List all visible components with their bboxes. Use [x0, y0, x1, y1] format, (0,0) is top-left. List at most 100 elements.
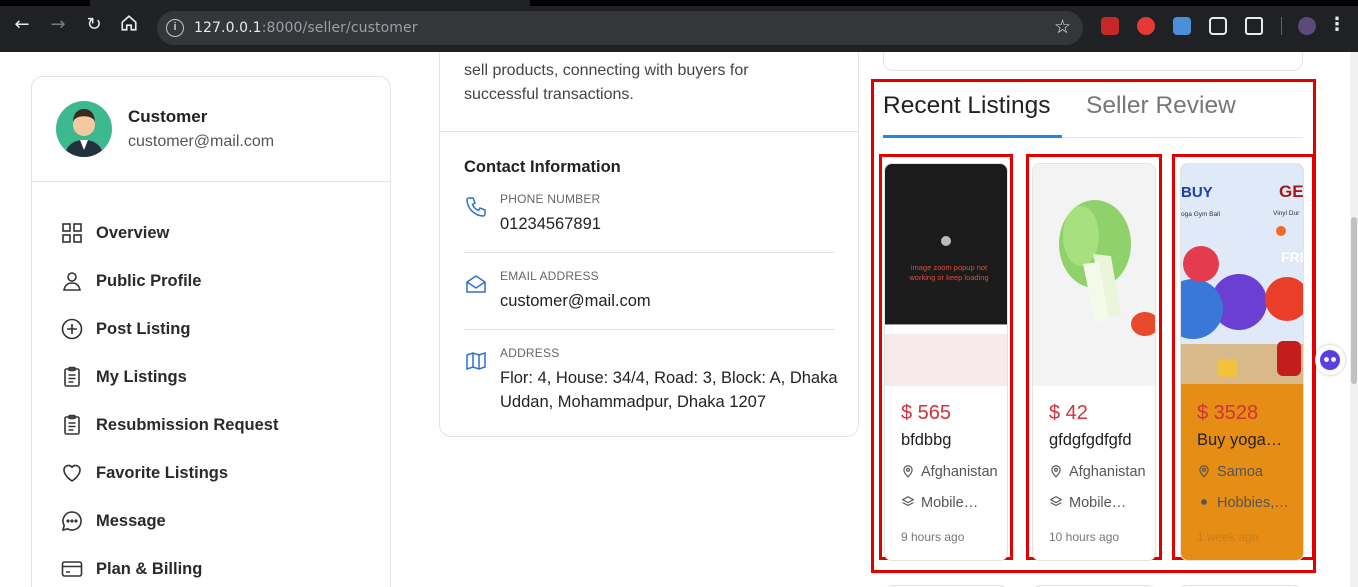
image-caption: Vinyl Dur: [1273, 210, 1300, 217]
tab-strip: [530, 0, 1358, 6]
listing-card[interactable]: image zoom popup not working or keep loa…: [884, 163, 1008, 561]
page-scrollbar[interactable]: [1350, 52, 1358, 587]
extension-window-icon[interactable]: [1209, 17, 1227, 35]
listing-location: Samoa: [1197, 464, 1301, 480]
listing-price: $ 565: [901, 402, 952, 424]
listing-time: 1 week ago: [1197, 530, 1259, 544]
clipboard-icon: [64, 414, 80, 435]
dashboard-sidebar: Customer customer@mail.com Overview Publ…: [31, 76, 391, 587]
scrollbar-thumb[interactable]: [1351, 217, 1357, 384]
listing-image: image zoom popup not working or keep loa…: [885, 164, 1007, 386]
sidebar-item-my-listings[interactable]: My Listings: [60, 353, 278, 401]
image-caption: image zoom popup not working or keep loa…: [909, 263, 989, 282]
active-tab-indicator: [883, 135, 1062, 138]
listing-card[interactable]: BUY GE oga Gym Ball Vinyl Dur FRE $ 3528…: [1180, 163, 1304, 561]
toolbar-divider: [1281, 17, 1282, 35]
card-bottom-edge: [883, 52, 1303, 71]
extension-record-icon[interactable]: [1137, 17, 1155, 35]
chat-widget-icon[interactable]: [1315, 345, 1345, 375]
listing-price: $ 42: [1049, 402, 1088, 424]
about-text: sell products, connecting with buyers fo…: [464, 59, 824, 107]
sidebar-item-label: Post Listing: [96, 319, 191, 338]
grid-icon: [62, 223, 82, 243]
sidebar-item-resubmission-request[interactable]: Resubmission Request: [60, 401, 278, 449]
sidebar-item-label: Favorite Listings: [96, 463, 229, 482]
back-icon[interactable]: ←: [11, 14, 33, 36]
listing-price: $ 3528: [1197, 402, 1259, 424]
profile-email: customer@mail.com: [128, 133, 275, 150]
contact-title: Contact Information: [464, 158, 621, 176]
extension-font-icon[interactable]: [1173, 17, 1191, 35]
listing-category: Mobile…: [901, 495, 1005, 511]
sidebar-item-favorite-listings[interactable]: Favorite Listings: [60, 449, 278, 497]
listing-category: Mobile…: [1049, 495, 1153, 511]
address-bar[interactable]: i 127.0.0.1:8000/seller/customer ☆: [157, 11, 1083, 45]
sidebar-item-label: My Listings: [96, 367, 187, 386]
sidebar-item-label: Message: [96, 511, 166, 530]
extensions-puzzle-icon[interactable]: [1245, 17, 1263, 35]
image-caption: GE: [1279, 182, 1304, 201]
listing-image: BUY GE oga Gym Ball Vinyl Dur FRE: [1181, 164, 1304, 384]
listing-image: [1033, 164, 1155, 386]
contact-divider: [464, 252, 834, 253]
tab-recent-listings[interactable]: Recent Listings: [883, 92, 1051, 120]
tag-icon: [1201, 499, 1207, 505]
browser-toolbar: ← → ↻ i 127.0.0.1:8000/seller/customer ☆…: [0, 0, 1358, 52]
location-pin-icon: [903, 465, 913, 478]
image-caption: oga Gym Ball: [1181, 211, 1221, 218]
map-icon: [466, 351, 486, 371]
plus-circle-icon: [61, 318, 83, 340]
listing-category: Hobbies,…: [1197, 495, 1301, 511]
card-icon: [61, 561, 83, 577]
chat-icon: [61, 511, 82, 532]
sidebar-menu: Overview Public Profile Post Listing My …: [60, 209, 278, 587]
sidebar-item-label: Resubmission Request: [96, 415, 279, 434]
listing-location: Afghanistan: [901, 464, 1005, 480]
layers-icon: [901, 496, 915, 507]
email-value: customer@mail.com: [500, 292, 651, 310]
sidebar-item-label: Overview: [96, 223, 170, 242]
listing-title: gfdgfgdfgfd: [1049, 431, 1132, 449]
sidebar-item-post-listing[interactable]: Post Listing: [60, 305, 278, 353]
phone-label: PHONE NUMBER: [500, 192, 601, 206]
email-label: EMAIL ADDRESS: [500, 269, 599, 283]
image-caption: BUY: [1181, 184, 1213, 201]
reload-icon[interactable]: ↻: [83, 14, 105, 36]
extension-off-icon[interactable]: [1101, 17, 1119, 35]
browser-menu-icon[interactable]: ⋮: [1326, 14, 1348, 36]
email-open-icon: [466, 275, 486, 293]
phone-value: 01234567891: [500, 215, 601, 233]
location-pin-icon: [1051, 465, 1061, 478]
layers-icon: [1049, 496, 1063, 507]
listing-location: Afghanistan: [1049, 464, 1153, 480]
home-icon[interactable]: [118, 14, 140, 36]
avatar: [56, 101, 112, 157]
about-line: sell products, connecting with buyers fo…: [464, 62, 749, 79]
address-value: Flor: 4, House: 34/4, Road: 3, Block: A,…: [500, 369, 838, 411]
location-pin-icon: [1199, 465, 1209, 478]
contact-divider: [464, 329, 834, 330]
sidebar-item-overview[interactable]: Overview: [60, 209, 278, 257]
listing-title: Buy yoga…: [1197, 431, 1283, 449]
sidebar-item-message[interactable]: Message: [60, 497, 278, 545]
address-label: ADDRESS: [500, 346, 560, 360]
user-icon: [63, 272, 81, 291]
bookmark-star-icon[interactable]: ☆: [1054, 16, 1071, 38]
image-caption: FRE: [1281, 249, 1303, 265]
listing-time: 9 hours ago: [901, 530, 965, 544]
phone-icon: [466, 197, 486, 217]
sidebar-item-plan-billing[interactable]: Plan & Billing: [60, 545, 278, 587]
listing-title: bfdbbg: [901, 431, 952, 449]
page-content: Customer customer@mail.com Overview Publ…: [0, 52, 1358, 587]
profile-avatar-icon[interactable]: [1298, 17, 1316, 35]
clipboard-icon: [64, 366, 80, 387]
sidebar-item-label: Public Profile: [96, 271, 202, 290]
profile-name: Customer: [128, 107, 208, 126]
forward-icon[interactable]: →: [47, 14, 69, 36]
listing-card[interactable]: $ 42 gfdgfgdfgfd Afghanistan Mobile… 10 …: [1032, 163, 1156, 561]
tab-seller-review[interactable]: Seller Review: [1086, 92, 1236, 120]
sidebar-item-label: Plan & Billing: [96, 559, 203, 578]
sidebar-item-public-profile[interactable]: Public Profile: [60, 257, 278, 305]
about-line: successful transactions.: [464, 86, 634, 103]
site-info-icon[interactable]: i: [166, 19, 184, 37]
